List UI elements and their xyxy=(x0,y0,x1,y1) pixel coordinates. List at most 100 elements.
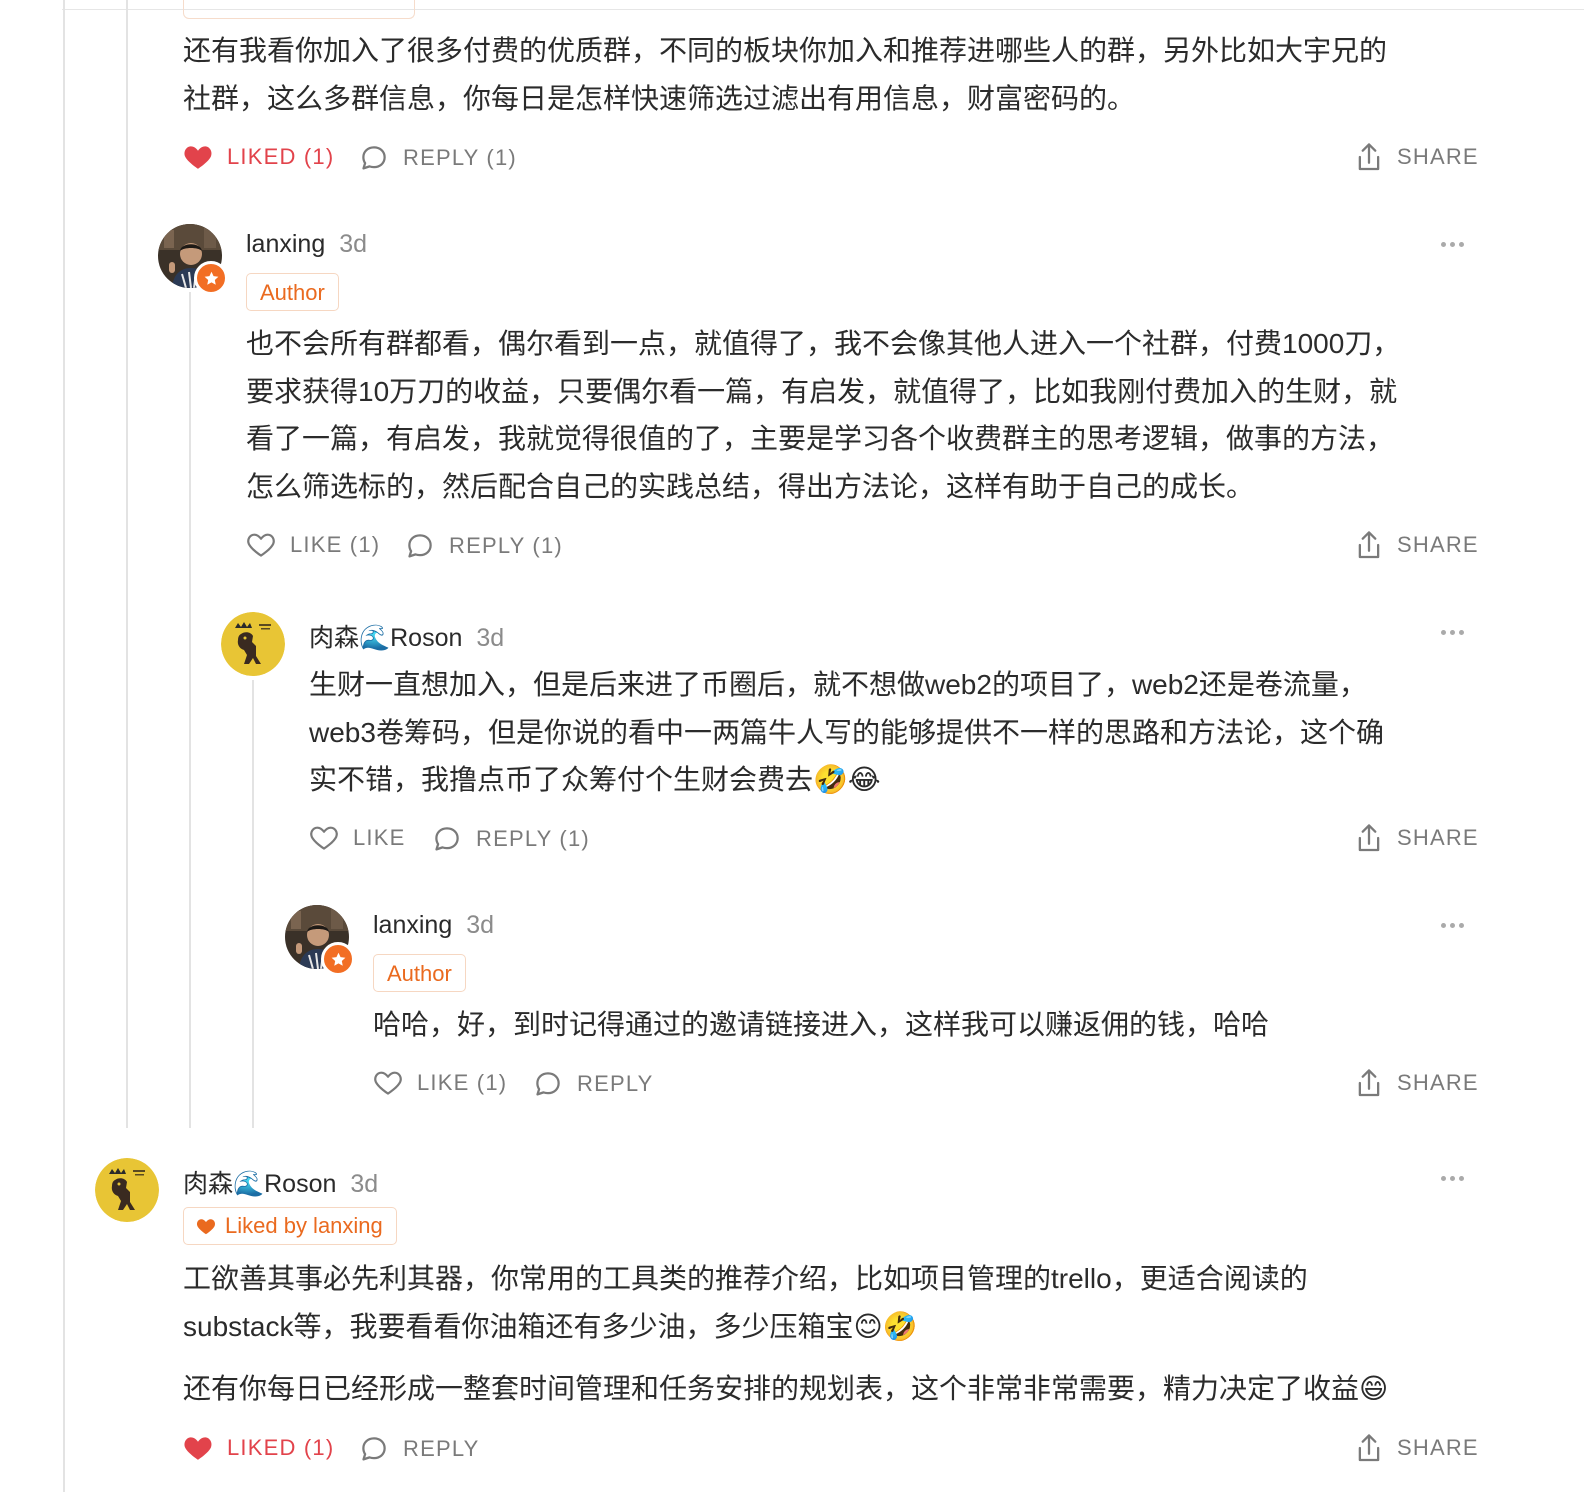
reply-button[interactable]: REPLY (1) xyxy=(359,143,517,173)
comment-text-line: 也不会所有群都看，偶尔看到一点，就值得了，我不会像其他人进入一个社群，付费100… xyxy=(246,328,1401,359)
dot-icon xyxy=(1450,1176,1455,1181)
thread-line-level3 xyxy=(252,680,254,1128)
liked-by-badge: Liked by lanxing xyxy=(183,1207,397,1245)
comment-body: 工欲善其事必先利其器，你常用的工具类的推荐介绍，比如项目管理的trello，更适… xyxy=(183,1255,1483,1350)
share-button[interactable]: SHARE xyxy=(1355,1067,1479,1099)
heart-filled-icon xyxy=(196,1219,216,1235)
share-button[interactable]: SHARE xyxy=(1355,822,1479,854)
dot-icon xyxy=(1450,242,1455,247)
author-name[interactable]: 肉森🌊Roson xyxy=(309,618,462,654)
comment-text-line: substack等，我要看看你油箱还有多少油，多少压箱宝😊🤣 xyxy=(183,1310,918,1342)
like-button[interactable]: LIKE (1) xyxy=(246,531,380,558)
avatar-dinosaur-icon xyxy=(95,1158,159,1222)
reply-label: REPLY xyxy=(403,1436,480,1461)
dot-icon xyxy=(1459,923,1464,928)
like-label: LIKE (1) xyxy=(290,531,381,557)
reply-bubble-icon xyxy=(362,1437,386,1461)
share-icon xyxy=(1358,824,1380,852)
comment-text-line: 工欲善其事必先利其器，你常用的工具类的推荐介绍，比如项目管理的trello，更适… xyxy=(183,1263,1308,1294)
more-options-button[interactable] xyxy=(1441,923,1464,928)
comment-text-line: 哈哈，好，到时记得通过的邀请链接进入，这样我可以赚返佣的钱，哈哈 xyxy=(373,1009,1270,1040)
dot-icon xyxy=(1459,630,1464,635)
thread-line-root xyxy=(63,0,65,1492)
author-badge: Author xyxy=(246,273,339,311)
comment-text-line: 看了一篇，有启发，我就觉得很值的了，主要是学习各个收费群主的思考逻辑，做事的方法… xyxy=(246,423,1395,454)
comment-text-line: 要求获得10万刀的收益，只要偶尔看一篇，有启发，就值得了，比如我刚付费加入的生财… xyxy=(246,375,1398,407)
share-label: SHARE xyxy=(1397,825,1479,850)
dot-icon xyxy=(1459,242,1464,247)
author-name[interactable]: 肉森🌊Roson xyxy=(183,1164,336,1200)
liked-by-label: Liked by lanxing xyxy=(225,1213,383,1238)
liked-button[interactable]: LIKED (1) xyxy=(183,143,334,170)
like-label: LIKE xyxy=(353,824,406,850)
heart-outline-icon xyxy=(310,826,338,850)
timestamp[interactable]: 3d xyxy=(466,911,494,940)
liked-button[interactable]: LIKED (1) xyxy=(183,1434,334,1461)
comment-body: 哈哈，好，到时记得通过的邀请链接进入，这样我可以赚返佣的钱，哈哈 xyxy=(373,1001,1483,1049)
author-badge: Author xyxy=(373,954,466,992)
dot-icon xyxy=(1441,1176,1446,1181)
share-label: SHARE xyxy=(1397,1435,1479,1460)
reply-button[interactable]: REPLY (1) xyxy=(432,824,590,854)
like-label: LIKE (1) xyxy=(417,1069,508,1095)
reply-label: REPLY xyxy=(577,1071,654,1096)
comment-body-paragraph: 还有你每日已经形成一整套时间管理和任务安排的规划表，这个非常非常需要，精力决定了… xyxy=(183,1365,1483,1413)
comment-meta: lanxing 3d xyxy=(246,230,367,259)
comment-text-line: 实不错，我撸点币了众筹付个生财会费去🤣😂 xyxy=(309,764,881,795)
author-star-badge xyxy=(321,942,355,976)
comment-body: 也不会所有群都看，偶尔看到一点，就值得了，我不会像其他人进入一个社群，付费100… xyxy=(246,320,1486,510)
share-button[interactable]: SHARE xyxy=(1355,529,1479,561)
comment-meta: 肉森🌊Roson 3d xyxy=(183,1164,378,1200)
more-options-button[interactable] xyxy=(1441,1176,1464,1181)
comments-page: 还有我看你加入了很多付费的优质群，不同的板块你加入和推荐进哪些人的群，另外比如大… xyxy=(0,0,1584,1492)
comment-text-line: 还有我看你加入了很多付费的优质群，不同的板块你加入和推荐进哪些人的群，另外比如大… xyxy=(183,35,1388,66)
comment-body: 还有我看你加入了很多付费的优质群，不同的板块你加入和推荐进哪些人的群，另外比如大… xyxy=(183,27,1483,122)
like-label: LIKED (1) xyxy=(227,143,335,169)
comment-text-line: 社群，这么多群信息，你每日是怎样快速筛选过滤出有用信息，财富密码的。 xyxy=(183,82,1136,114)
share-label: SHARE xyxy=(1397,1070,1479,1095)
timestamp[interactable]: 3d xyxy=(350,1170,378,1199)
reply-bubble-icon xyxy=(435,827,459,851)
share-icon xyxy=(1358,1069,1380,1097)
author-name[interactable]: lanxing xyxy=(373,911,452,940)
heart-filled-icon xyxy=(184,146,212,169)
comment-text-line: web3卷筹码，但是你说的看中一两篇牛人写的能够提供不一样的思路和方法论，这个确 xyxy=(309,716,1384,748)
reply-bubble-icon xyxy=(536,1072,560,1096)
timestamp[interactable]: 3d xyxy=(476,624,504,653)
more-options-button[interactable] xyxy=(1441,630,1464,635)
reply-label: REPLY (1) xyxy=(449,533,563,558)
dot-icon xyxy=(1441,242,1446,247)
thread-line-level2 xyxy=(189,292,191,1128)
comment-text-line: 还有你每日已经形成一整套时间管理和任务安排的规划表，这个非常非常需要，精力决定了… xyxy=(183,1373,1389,1404)
reply-label: REPLY (1) xyxy=(403,145,517,170)
dot-icon xyxy=(1450,630,1455,635)
share-icon xyxy=(1358,531,1380,559)
author-star-badge xyxy=(194,261,228,295)
comment-text-line: 怎么筛选标的，然后配合自己的实践总结，得出方法论，这样有助于自己的成长。 xyxy=(246,470,1255,502)
heart-outline-icon xyxy=(247,533,275,557)
like-button[interactable]: LIKE (1) xyxy=(373,1069,507,1096)
comment-meta: lanxing 3d xyxy=(373,911,494,940)
share-label: SHARE xyxy=(1397,144,1479,169)
share-icon xyxy=(1358,143,1380,171)
badge-remnant xyxy=(183,0,415,19)
share-button[interactable]: SHARE xyxy=(1355,1432,1479,1464)
heart-outline-icon xyxy=(374,1071,402,1095)
reply-button[interactable]: REPLY xyxy=(359,1434,480,1464)
reply-button[interactable]: REPLY xyxy=(533,1069,654,1099)
reply-button[interactable]: REPLY (1) xyxy=(405,531,563,561)
dot-icon xyxy=(1441,923,1446,928)
more-options-button[interactable] xyxy=(1441,242,1464,247)
avatar[interactable] xyxy=(221,612,285,676)
timestamp[interactable]: 3d xyxy=(339,230,367,259)
avatar[interactable] xyxy=(95,1158,159,1222)
avatar-dinosaur-icon xyxy=(221,612,285,676)
share-button[interactable]: SHARE xyxy=(1355,141,1479,173)
dot-icon xyxy=(1450,923,1455,928)
comment-meta: 肉森🌊Roson 3d xyxy=(309,618,504,654)
thread-line-level1 xyxy=(126,0,128,1128)
like-button[interactable]: LIKE xyxy=(309,824,406,851)
star-icon xyxy=(331,952,345,966)
author-name[interactable]: lanxing xyxy=(246,230,325,259)
heart-filled-icon xyxy=(184,1437,212,1460)
